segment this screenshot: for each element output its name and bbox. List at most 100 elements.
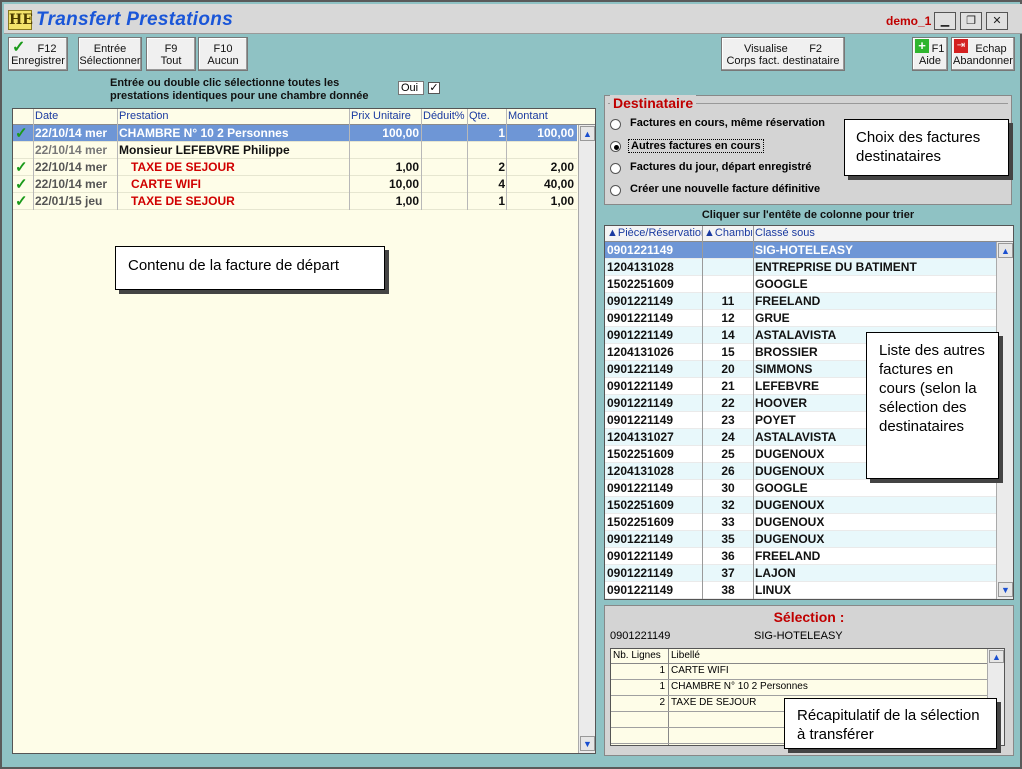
cell-date: 22/10/14 mer [35, 160, 108, 174]
scroll-down-icon[interactable]: ▼ [580, 736, 595, 751]
identical-checkbox[interactable]: ✓ [428, 82, 440, 94]
table-row[interactable]: 0901221149 12 GRUE [605, 310, 996, 327]
table-row[interactable]: 0901221149 36 FREELAND [605, 548, 996, 565]
cell-prix: 10,00 [388, 177, 419, 191]
cell: 15 [721, 345, 735, 359]
select-none-button[interactable]: F10 Aucun [198, 37, 248, 71]
table-row[interactable]: 0901221149 37 LAJON [605, 565, 996, 582]
cell-prix [351, 142, 419, 158]
cell: 1502251609 [607, 515, 674, 529]
select-button[interactable]: Entrée Sélectionner [78, 37, 142, 71]
cell: 33 [721, 515, 735, 529]
identical-select[interactable]: Oui [398, 81, 424, 95]
cell [704, 276, 752, 292]
radio-label: Créer une nouvelle facture définitive [630, 183, 821, 195]
cell-date: 22/10/14 mer [35, 143, 108, 157]
selection-piece: 0901221149 [610, 630, 671, 642]
radio-button[interactable] [610, 119, 621, 130]
minimize-button[interactable]: ▁ [934, 12, 956, 30]
cell: DUGENOUX [755, 532, 825, 546]
cell-prix: 1,00 [395, 194, 419, 208]
cell: 0901221149 [607, 294, 674, 308]
scroll-up-icon[interactable]: ▲ [998, 243, 1013, 258]
cell: GOOGLE [755, 277, 808, 291]
window-title: Transfert Prestations [36, 9, 234, 30]
selection-hint: Entrée ou double clic sélectionne toutes… [110, 77, 369, 102]
app-logo: HE [8, 10, 33, 30]
radio-label: Autres factures en cours [628, 139, 764, 153]
sort-hint: Cliquer sur l'entête de colonne pour tri… [701, 209, 915, 221]
restore-button[interactable]: ❐ [960, 12, 982, 30]
cell-check: ✓ [15, 176, 28, 193]
cell: 1204131028 [607, 260, 674, 274]
close-icon: ✕ [992, 15, 1002, 27]
cell-montant: 2,00 [550, 160, 574, 174]
table-row[interactable]: ✓ 22/10/14 mer TAXE DE SEJOUR 1,00 2 2,00 [13, 159, 577, 176]
callout-recap: Récapitulatif de la sélection à transfér… [784, 698, 997, 749]
cell: 1204131026 [607, 345, 674, 359]
radio-button[interactable] [610, 163, 621, 174]
cell-check [15, 142, 33, 158]
grid-line [349, 109, 350, 210]
restore-icon: ❐ [966, 15, 976, 27]
cell: 23 [721, 413, 735, 427]
cell: 0901221149 [607, 328, 674, 342]
radio-option-1[interactable]: Autres factures en cours [610, 139, 850, 155]
cell-check: ✓ [15, 193, 28, 210]
cell: 0901221149 [607, 566, 674, 580]
table-row[interactable]: 1 CHAMBRE N° 10 2 Personnes [611, 680, 987, 696]
radio-button[interactable] [610, 141, 621, 152]
cell: DUGENOUX [755, 498, 825, 512]
view-destination-button[interactable]: Visualise F2 Corps fact. destinataire [721, 37, 845, 71]
table-row[interactable]: 0901221149 30 GOOGLE [605, 480, 996, 497]
cell: 0901221149 [607, 481, 674, 495]
table-row[interactable]: 0901221149 SIG-HOTELEASY [605, 242, 996, 259]
table-row[interactable]: ✓ 22/01/15 jeu TAXE DE SEJOUR 1,00 1 1,00 [13, 193, 577, 210]
cell: DUGENOUX [755, 515, 825, 529]
source-scrollbar[interactable]: ▲ ▼ [578, 125, 595, 753]
select-all-button[interactable]: F9 Tout [146, 37, 196, 71]
cell: 0901221149 [607, 396, 674, 410]
cell-prestation: CARTE WIFI [131, 177, 201, 191]
cell-prestation: CHAMBRE N° 10 2 Personnes [119, 126, 289, 140]
table-row[interactable]: 0901221149 35 DUGENOUX [605, 531, 996, 548]
scroll-up-icon[interactable]: ▲ [580, 126, 595, 141]
scroll-up-icon[interactable]: ▲ [989, 650, 1004, 663]
cell: 35 [721, 532, 735, 546]
cell: 26 [721, 464, 735, 478]
minimize-icon: ▁ [940, 15, 950, 27]
callout-contenu: Contenu de la facture de départ [115, 246, 385, 290]
table-row[interactable]: 1502251609 33 DUGENOUX [605, 514, 996, 531]
main-window: HE Transfert Prestations demo_1 ▁ ❐ ✕ ✓ … [0, 0, 1022, 769]
table-row[interactable]: 1502251609 32 DUGENOUX [605, 497, 996, 514]
radio-option-2[interactable]: Factures du jour, départ enregistré [610, 161, 850, 177]
table-row[interactable]: 0901221149 38 LINUX [605, 582, 996, 599]
cell: 30 [721, 481, 735, 495]
help-button[interactable]: + F1 Aide [912, 37, 948, 71]
save-button[interactable]: ✓ F12 Enregistrer [8, 37, 68, 71]
cell: 1502251609 [607, 447, 674, 461]
table-row[interactable]: ✓ 22/10/14 mer CHAMBRE N° 10 2 Personnes 10… [13, 125, 577, 142]
cell-prix: 1,00 [395, 160, 419, 174]
callout-choix: Choix des factures destinataires [844, 119, 1009, 176]
radio-option-3[interactable]: Créer une nouvelle facture définitive [610, 183, 850, 199]
cell [704, 242, 752, 258]
scroll-down-icon[interactable]: ▼ [998, 582, 1013, 597]
cell: FREELAND [755, 549, 821, 563]
table-row[interactable]: 1 CARTE WIFI [611, 664, 987, 680]
grid-line [506, 109, 507, 210]
table-row[interactable]: 0901221149 11 FREELAND [605, 293, 996, 310]
table-row[interactable]: ✓ 22/10/14 mer CARTE WIFI 10,00 4 40,00 [13, 176, 577, 193]
table-row[interactable]: 1204131028 ENTREPRISE DU BATIMENT [605, 259, 996, 276]
close-button[interactable]: ✕ [986, 12, 1008, 30]
radio-button[interactable] [610, 185, 621, 196]
cancel-button[interactable]: ⇥ Echap Abandonner [951, 37, 1015, 71]
cell: SIG-HOTELEASY [755, 243, 854, 257]
cell: 32 [721, 498, 735, 512]
cell: 0901221149 [607, 311, 674, 325]
grid-line [467, 109, 468, 210]
table-row[interactable]: 1502251609 GOOGLE [605, 276, 996, 293]
radio-option-0[interactable]: Factures en cours, même réservation [610, 117, 850, 133]
cell: 0901221149 [607, 362, 674, 376]
table-row[interactable]: 22/10/14 mer Monsieur LEFEBVRE Philippe [13, 142, 577, 159]
